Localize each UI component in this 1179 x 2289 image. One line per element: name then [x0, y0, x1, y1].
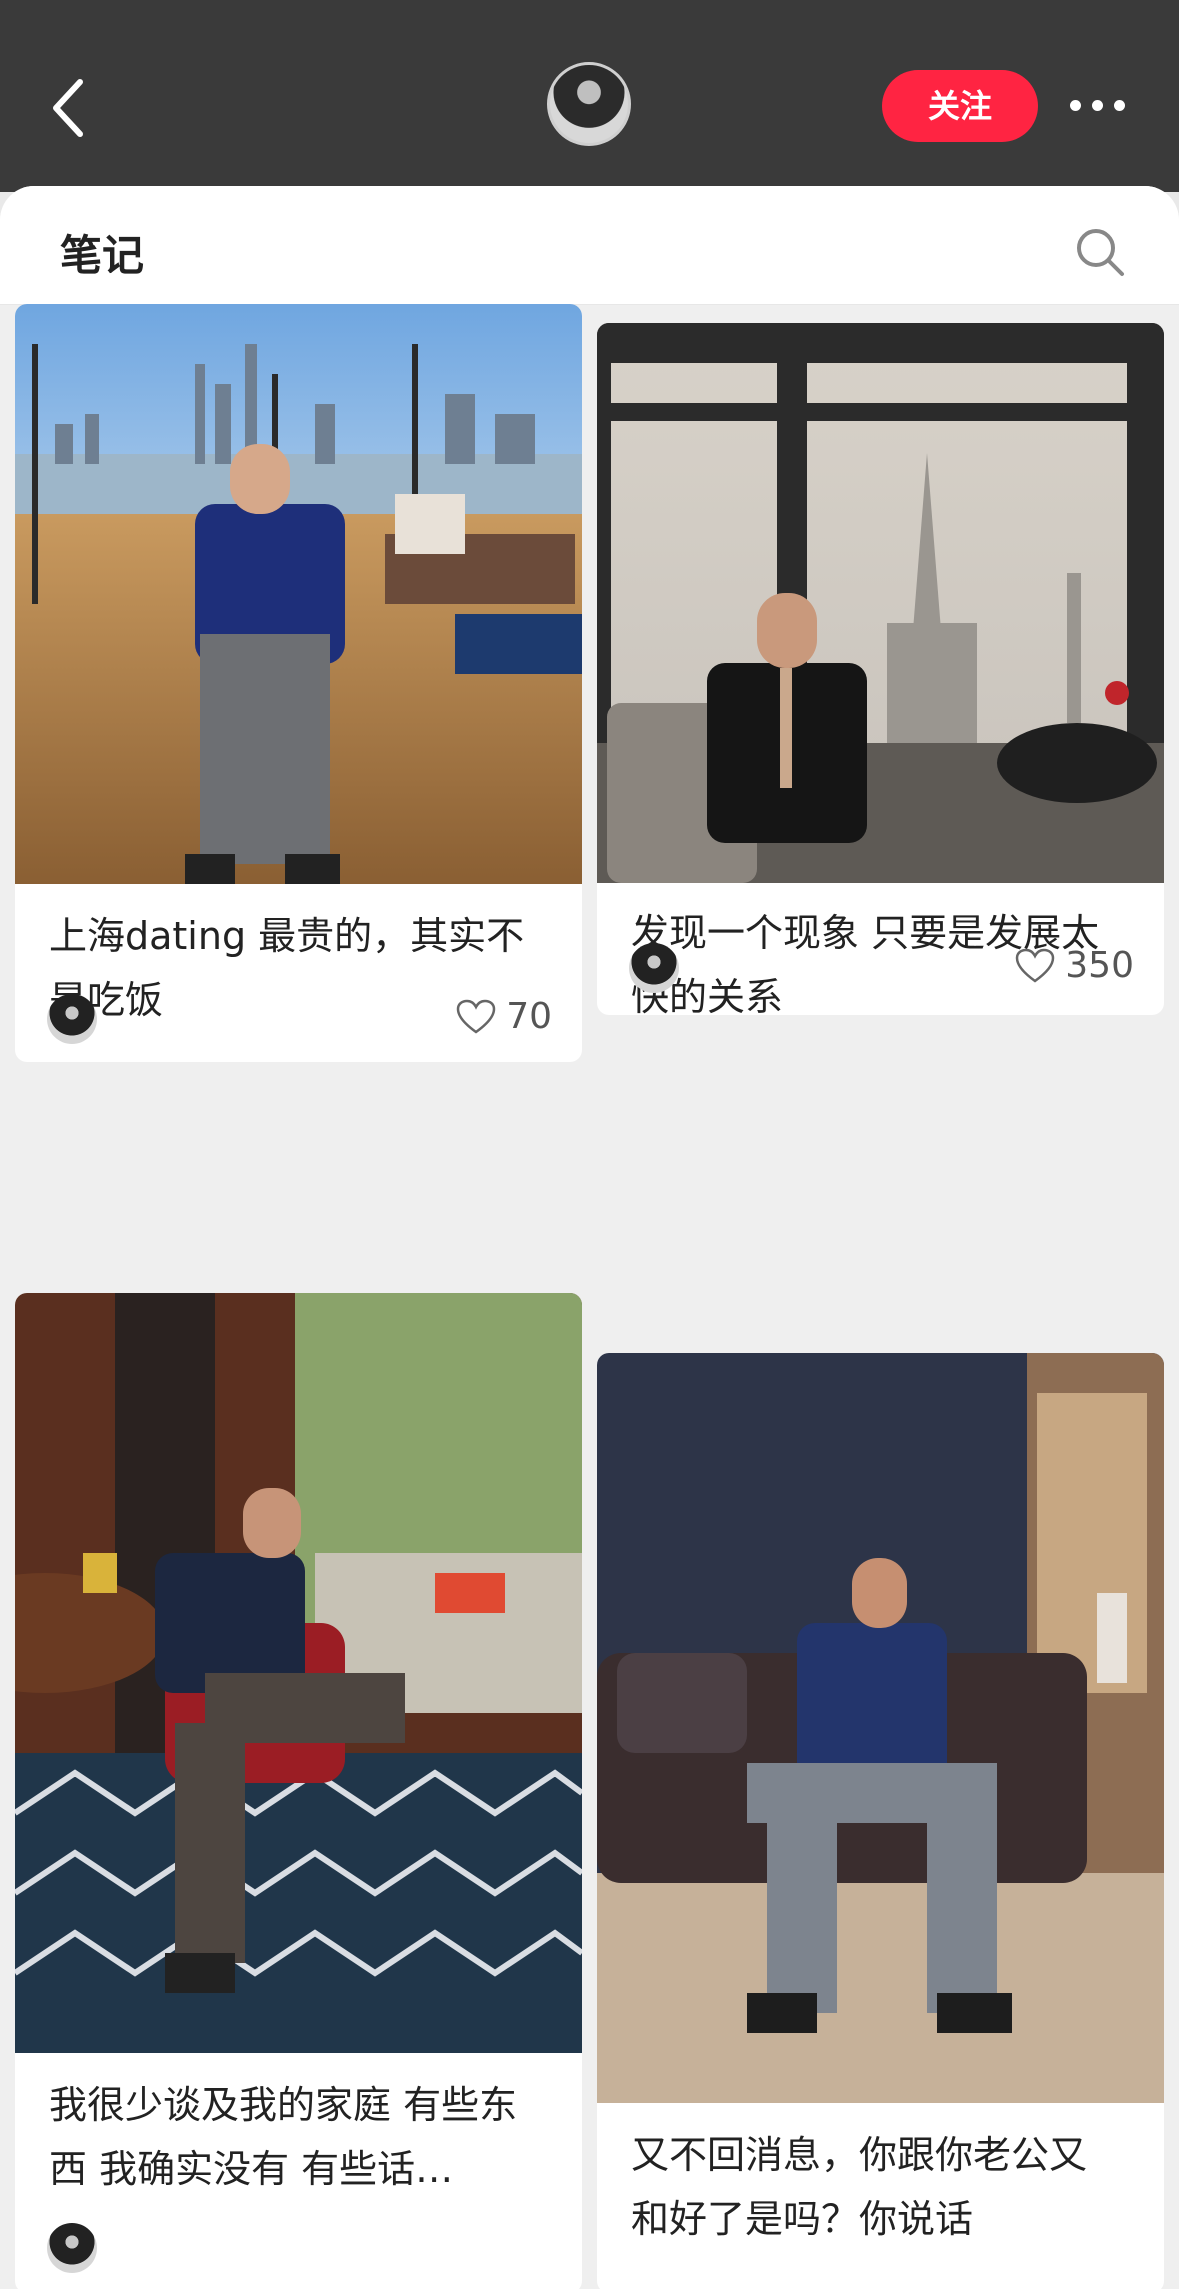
note-title: 又不回消息，你跟你老公又和好了是吗？你说话啊！！！ [631, 2133, 1088, 2241]
note-cover-image [597, 1353, 1164, 2103]
author-avatar [47, 994, 97, 1044]
note-card[interactable]: 我很少谈及我的家庭 有些东西 我确实没有 有些话… [15, 1293, 582, 2289]
follow-button[interactable]: 关注 [882, 70, 1038, 142]
heart-icon [1016, 948, 1055, 983]
author-avatar[interactable] [547, 62, 631, 146]
like-count[interactable]: 350 [1015, 945, 1134, 986]
like-count[interactable]: 70 [456, 996, 552, 1037]
more-dots-icon[interactable] [1070, 96, 1126, 116]
note-card[interactable]: 上海dating 最贵的，其实不是吃饭 70 [15, 304, 582, 1062]
panel-header: 笔记 [0, 186, 1179, 305]
author-avatar [47, 2223, 97, 2273]
note-card[interactable]: 又不回消息，你跟你老公又和好了是吗？你说话啊！！！ [597, 1353, 1164, 2289]
notes-panel: 笔记 上海dating 最贵的，其实不是吃饭 70 发现一个现象 只要是发展太快… [0, 186, 1179, 2289]
heart-icon [456, 999, 496, 1034]
note-cover-image [15, 304, 582, 884]
search-icon[interactable] [1074, 226, 1126, 278]
chevron-left-icon[interactable] [46, 76, 90, 140]
like-count-value: 350 [1065, 945, 1134, 986]
like-count-value: 70 [506, 996, 552, 1037]
top-bar: 关注 [0, 0, 1179, 192]
note-card[interactable]: 发现一个现象 只要是发展太快的关系 350 [597, 323, 1164, 1015]
author-avatar [629, 943, 679, 993]
note-cover-image [15, 1293, 582, 2053]
panel-title: 笔记 [60, 231, 145, 280]
note-title: 我很少谈及我的家庭 有些东西 我确实没有 有些话… [49, 2083, 518, 2191]
note-cover-image [597, 323, 1164, 883]
